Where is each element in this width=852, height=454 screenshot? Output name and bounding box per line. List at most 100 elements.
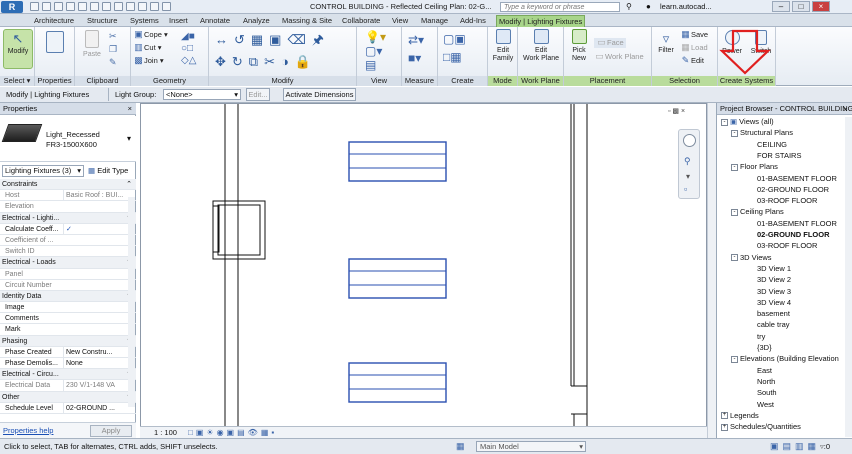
browser-scrollbar[interactable] xyxy=(845,117,852,437)
property-value[interactable]: Basic Roof : BUI... xyxy=(63,190,125,202)
edit-work-plane-button[interactable]: Edit Work Plane xyxy=(520,29,562,71)
tab-annotate[interactable]: Annotate xyxy=(198,15,232,27)
browser-folder[interactable]: - Ceiling Plans xyxy=(731,207,784,217)
chevron-down-icon[interactable]: ▾ xyxy=(686,172,690,181)
expand-icon[interactable]: + xyxy=(721,412,728,420)
load-selection-button[interactable]: ▦Load xyxy=(680,43,707,53)
tab-structure[interactable]: Structure xyxy=(85,15,119,27)
expand-icon[interactable]: + xyxy=(721,423,728,431)
collapse-icon[interactable]: - xyxy=(731,254,738,262)
panel-title-select[interactable]: Select ▾ xyxy=(0,76,34,86)
measure-icon-tool[interactable]: ⇄▾ ■▾ xyxy=(408,31,434,71)
property-row[interactable]: Panel xyxy=(0,269,136,280)
browser-view-item[interactable]: FOR STAIRS xyxy=(757,151,801,161)
browser-view-item[interactable]: 03-ROOF FLOOR xyxy=(757,241,817,251)
property-row[interactable]: Host Basic Roof : BUI... xyxy=(0,190,136,202)
tab-analyze[interactable]: Analyze xyxy=(241,15,272,27)
section-icon[interactable] xyxy=(126,2,135,11)
view-tools-icons[interactable]: 💡▾ ▢▾ ▤ xyxy=(365,30,397,72)
tab-collaborate[interactable]: Collaborate xyxy=(340,15,382,27)
edit-light-group-button[interactable]: Edit... xyxy=(246,88,270,101)
tab-add-ins[interactable]: Add-Ins xyxy=(458,15,488,27)
maximize-icon[interactable]: □ xyxy=(792,1,810,12)
close-browser-icon[interactable]: × xyxy=(843,105,848,114)
collapse-icon[interactable]: - xyxy=(731,163,738,171)
light-group-select[interactable]: <None> ▾ xyxy=(163,89,241,100)
apply-button[interactable]: Apply xyxy=(90,425,132,437)
close-icon[interactable]: × xyxy=(812,1,830,12)
switch-windows-icon[interactable] xyxy=(162,2,171,11)
browser-view-item[interactable]: 02-GROUND FLOOR xyxy=(757,185,829,195)
redo-icon[interactable] xyxy=(66,2,75,11)
filter-count[interactable]: ▿:0 xyxy=(820,442,830,451)
browser-view-item[interactable]: 3D View 1 xyxy=(757,264,791,274)
face-button[interactable]: ▭Face xyxy=(594,38,626,48)
property-row[interactable]: Mark xyxy=(0,324,136,336)
property-value[interactable]: 230 V/1-148 VA xyxy=(63,380,125,392)
browser-view-item[interactable]: South xyxy=(757,388,777,398)
edit-family-button[interactable]: Edit Family xyxy=(489,29,517,71)
thin-lines-icon[interactable] xyxy=(138,2,147,11)
collapse-icon[interactable]: - xyxy=(731,355,738,363)
browser-view-item[interactable]: 01-BASEMENT FLOOR xyxy=(757,219,837,229)
browser-folder[interactable]: - Structural Plans xyxy=(731,128,793,138)
browser-view-item[interactable]: cable tray xyxy=(757,320,790,330)
cut-icon[interactable]: ✂ xyxy=(109,31,123,41)
property-row[interactable]: Circuit Number xyxy=(0,280,136,291)
browser-view-item[interactable]: East xyxy=(757,366,772,376)
measure-icon[interactable] xyxy=(90,2,99,11)
cope-button[interactable]: ▣Cope ▾ xyxy=(133,30,168,40)
browser-folder[interactable]: - Elevations (Building Elevation xyxy=(731,354,839,364)
3d-view-icon[interactable] xyxy=(114,2,123,11)
property-group-header[interactable]: Electrical - Loads⌃ xyxy=(0,257,136,269)
user-name[interactable]: learn.autocad... xyxy=(660,2,712,11)
tab-view[interactable]: View xyxy=(390,15,410,27)
property-row[interactable]: Elevation xyxy=(0,201,136,213)
save-icon[interactable] xyxy=(42,2,51,11)
property-group-header[interactable]: Other⌃ xyxy=(0,391,136,403)
property-value[interactable]: None xyxy=(63,358,125,369)
collapse-icon[interactable]: - xyxy=(731,208,738,216)
property-row[interactable]: Switch ID xyxy=(0,246,136,258)
vertical-scrollbar[interactable] xyxy=(707,103,716,438)
binoculars-icon[interactable]: ⚲ xyxy=(626,2,636,12)
view-scale[interactable]: 1 : 100 xyxy=(154,428,177,438)
property-row[interactable]: Phase Demolis... None xyxy=(0,358,136,370)
property-row[interactable]: Calculate Coeff... ✓ xyxy=(0,223,136,235)
browser-folder[interactable]: + Legends xyxy=(721,411,759,421)
browser-view-item[interactable]: North xyxy=(757,377,775,387)
search-input[interactable]: Type a keyword or phrase xyxy=(500,2,620,12)
properties-help-link[interactable]: Properties help xyxy=(3,426,53,435)
tab-insert[interactable]: Insert xyxy=(167,15,190,27)
view-control-icons[interactable]: □▣☀◉▣▤👁▦▪ xyxy=(188,428,277,437)
property-group-header[interactable]: Electrical - Lighti...⌃ xyxy=(0,212,136,224)
navigation-bar[interactable]: ⚲ ▾ ▫ xyxy=(678,129,700,199)
collapse-icon[interactable]: - xyxy=(721,118,728,126)
browser-folder[interactable]: -3D Views xyxy=(731,253,772,263)
cut-geometry-button[interactable]: ▥Cut ▾ xyxy=(133,43,161,53)
type-selector[interactable]: Light_Recessed FR3-1500X600 ▾ xyxy=(0,116,136,162)
browser-view-item[interactable]: 02-GROUND FLOOR xyxy=(757,230,830,240)
text-icon[interactable] xyxy=(102,2,111,11)
tab-systems[interactable]: Systems xyxy=(128,15,161,27)
close-hidden-icon[interactable] xyxy=(150,2,159,11)
save-selection-button[interactable]: ▦Save xyxy=(680,30,708,40)
create-tools-icons[interactable]: ▢▣ □▦ xyxy=(443,30,483,70)
pan-icon[interactable]: ▫ xyxy=(684,184,687,194)
pick-new-button[interactable]: Pick New xyxy=(567,29,591,71)
close-properties-icon[interactable]: × xyxy=(128,103,132,115)
app-menu-button[interactable]: R xyxy=(1,1,23,13)
tab-massing-site[interactable]: Massing & Site xyxy=(280,15,334,27)
match-properties-icon[interactable]: ✎ xyxy=(109,57,123,67)
browser-folder[interactable]: - ▣ Views (all) xyxy=(721,117,774,127)
property-row[interactable]: Phase Created New Constru... xyxy=(0,346,136,358)
undo-icon[interactable] xyxy=(54,2,63,11)
browser-view-item[interactable]: 03-ROOF FLOOR xyxy=(757,196,817,206)
property-group-header[interactable]: Phasing⌃ xyxy=(0,335,136,347)
browser-view-item[interactable]: {3D} xyxy=(757,343,772,353)
browser-view-item[interactable]: CEILING xyxy=(757,140,787,150)
property-group-header[interactable]: Identity Data⌃ xyxy=(0,290,136,303)
zoom-icon[interactable]: ⚲ xyxy=(684,156,691,167)
paste-button[interactable]: Paste xyxy=(80,30,104,68)
category-filter-select[interactable]: Lighting Fixtures (3) ▾ xyxy=(2,165,84,177)
